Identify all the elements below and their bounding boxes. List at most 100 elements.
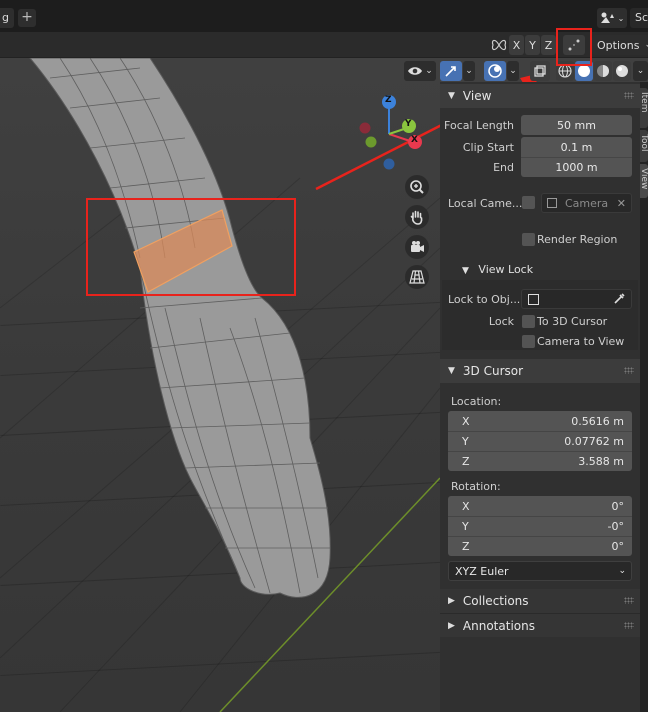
rendered-shading-button[interactable]	[613, 61, 631, 81]
zoom-button[interactable]	[405, 175, 429, 199]
collapsed-triangle-icon: ▶	[448, 620, 455, 631]
material-shading-button[interactable]	[594, 61, 612, 81]
tab-tool[interactable]: Tool	[640, 130, 648, 162]
location-x-value: 0.5616 m	[571, 414, 624, 428]
drag-grip-icon[interactable]	[624, 597, 634, 604]
expand-triangle-icon: ▼	[462, 266, 469, 276]
rotation-z-axis: Z	[462, 540, 470, 553]
clip-start-field[interactable]: 0.1 m	[521, 137, 632, 157]
perspective-toggle-button[interactable]	[405, 265, 429, 289]
clip-end-label: End	[493, 161, 514, 174]
solid-sphere-icon	[578, 65, 590, 77]
scene-icon	[600, 12, 614, 23]
tab-item[interactable]: Item	[640, 88, 648, 128]
annotation-box-snap	[556, 28, 592, 66]
drag-grip-icon[interactable]	[624, 367, 634, 374]
gizmo-toggle-button[interactable]	[440, 61, 462, 81]
annotation-box-selection	[86, 198, 296, 296]
mirror-z-toggle[interactable]: Z	[541, 35, 556, 55]
rotation-y-value: -0°	[607, 520, 624, 533]
expand-triangle-icon: ▼	[448, 91, 455, 101]
rotation-x-axis: X	[462, 499, 470, 513]
lock-to-object-label: Lock to Obj...	[448, 293, 521, 306]
lock-object-field[interactable]	[521, 289, 632, 309]
rotation-x-field[interactable]: X 0°	[448, 496, 632, 516]
options-label: Options	[597, 38, 640, 52]
wireframe-sphere-icon	[558, 64, 572, 78]
camera-object-field[interactable]: Camera ✕	[541, 193, 632, 213]
location-y-axis: Y	[462, 435, 469, 448]
view-lock-title: View Lock	[478, 263, 534, 276]
chevron-down-icon: ⌄	[644, 40, 648, 50]
tab-view[interactable]: View	[640, 164, 648, 198]
overlays-toggle-button[interactable]	[484, 61, 506, 81]
top-bar: g + ⌄ Sc	[0, 0, 648, 32]
xray-toggle-button[interactable]	[530, 61, 550, 81]
drag-grip-icon[interactable]	[624, 92, 634, 99]
overlays-dropdown[interactable]: ⌄	[507, 61, 519, 81]
eyedropper-icon[interactable]	[613, 293, 625, 305]
add-workspace-button[interactable]: +	[18, 9, 36, 27]
render-region-checkbox[interactable]	[522, 233, 535, 246]
rotation-y-field[interactable]: Y -0°	[448, 516, 632, 536]
render-region-label: Render Region	[537, 233, 618, 246]
expand-triangle-icon: ▼	[448, 366, 455, 376]
location-y-value: 0.07762 m	[564, 435, 624, 448]
location-z-field[interactable]: Z 3.588 m	[448, 451, 632, 471]
sidebar-tabs: Item Tool View	[640, 82, 648, 712]
scene-name-field[interactable]: Sc	[630, 8, 648, 28]
camera-placeholder: Camera	[565, 196, 609, 210]
to-3d-cursor-checkbox[interactable]	[522, 315, 535, 328]
clip-end-field[interactable]: 1000 m	[521, 157, 632, 177]
rotation-mode-value: XYZ Euler	[455, 564, 509, 578]
zoom-icon	[410, 180, 424, 194]
location-z-value: 3.588 m	[578, 455, 624, 468]
collections-panel-header[interactable]: ▶ Collections	[440, 589, 640, 613]
focal-length-field[interactable]: 50 mm	[521, 115, 632, 135]
shading-dropdown[interactable]: ⌄	[633, 61, 648, 81]
annotations-panel-header[interactable]: ▶ Annotations	[440, 613, 640, 637]
grid-perspective-icon	[409, 270, 425, 284]
arm-mesh	[29, 58, 331, 598]
collections-title: Collections	[462, 594, 529, 608]
tab-tool-label: Tool	[640, 134, 648, 152]
options-dropdown[interactable]: Options ⌄	[592, 35, 648, 55]
gizmo-x-label: X	[411, 135, 418, 145]
gizmo-dropdown[interactable]: ⌄	[463, 61, 475, 81]
workspace-tab[interactable]: g	[0, 8, 14, 28]
location-z-axis: Z	[462, 455, 470, 468]
scene-browse-button[interactable]: ⌄	[597, 8, 627, 28]
clear-x-icon[interactable]: ✕	[617, 197, 626, 210]
location-x-field[interactable]: X 0.5616 m	[448, 411, 632, 431]
camera-to-view-checkbox[interactable]	[522, 335, 535, 348]
overlay-circles-icon	[488, 64, 502, 78]
view-panel-title: View	[462, 89, 492, 103]
location-y-field[interactable]: Y 0.07762 m	[448, 431, 632, 451]
location-x-axis: X	[462, 414, 470, 428]
local-camera-label: Local Came...	[448, 197, 523, 210]
mirror-icon-button[interactable]	[490, 36, 508, 54]
location-label: Location:	[451, 395, 502, 408]
viewport-header: X Y Z Options ⌄	[0, 32, 648, 58]
camera-view-button[interactable]	[405, 235, 429, 259]
rotation-z-value: 0°	[611, 540, 625, 553]
mirror-x-toggle[interactable]: X	[509, 35, 524, 55]
view-panel-header[interactable]: ▼ View	[440, 84, 640, 108]
tab-view-label: View	[640, 168, 648, 190]
mirror-y-toggle[interactable]: Y	[525, 35, 540, 55]
pan-button[interactable]	[405, 205, 429, 229]
clip-start-label: Clip Start	[462, 141, 514, 154]
camera-icon	[411, 241, 424, 252]
view-object-types-button[interactable]: ⌄	[404, 61, 436, 81]
butterfly-icon	[491, 39, 507, 51]
view-lock-header[interactable]: ▼ View Lock	[462, 263, 533, 276]
chevron-down-icon: ⌄	[618, 566, 626, 576]
camera-icon	[547, 198, 557, 208]
rotation-z-field[interactable]: Z 0°	[448, 536, 632, 556]
3d-cursor-panel-header[interactable]: ▼ 3D Cursor	[440, 359, 640, 383]
navigation-gizmo[interactable]: Z X Y	[355, 92, 425, 172]
drag-grip-icon[interactable]	[624, 622, 634, 629]
rotation-mode-dropdown[interactable]: XYZ Euler ⌄	[448, 561, 632, 581]
local-camera-checkbox[interactable]	[522, 196, 535, 209]
n-panel-sidebar: ▼ View Focal Length 50 mm Clip Start 0.1…	[440, 82, 640, 712]
